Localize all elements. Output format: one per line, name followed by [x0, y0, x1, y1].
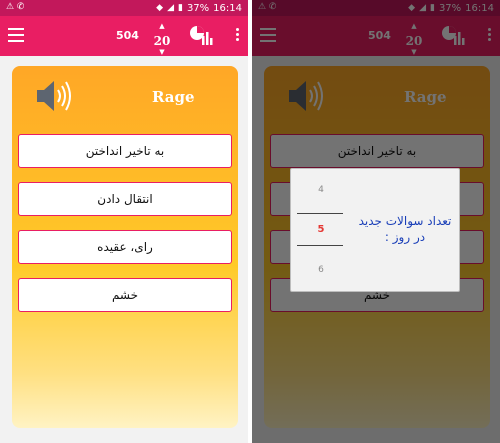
content-area: Rage به تاخیر انداختن انتقال دادن رای، ع…: [0, 56, 248, 443]
app-bar: 504 ▲ 20 ▼: [0, 16, 248, 56]
questions-per-day-dialog: 4 5 6 تعداد سوالات جدید در روز :: [290, 168, 460, 292]
wifi-icon: ◆: [156, 2, 164, 13]
more-options-icon[interactable]: [234, 28, 240, 44]
status-bar: ⚠ ✆ ◆ ◢ ▮ 37% 16:14: [0, 0, 248, 16]
level-value: 20: [153, 34, 171, 48]
main-screen: ⚠ ✆ ◆ ◢ ▮ 37% 16:14 504 ▲ 20 ▼ Rage به ت…: [0, 0, 248, 443]
quiz-card: Rage به تاخیر انداختن انتقال دادن رای، ع…: [12, 66, 238, 428]
answer-option[interactable]: انتقال دادن: [18, 182, 232, 216]
menu-icon[interactable]: [8, 28, 24, 44]
arrow-down-icon: ▼: [159, 48, 165, 56]
answer-option[interactable]: رای، عقیده: [18, 230, 232, 264]
battery-icon: ▮: [177, 2, 183, 13]
question-word: Rage: [152, 88, 195, 106]
settings-dialog-screen: ⚠ ✆ ◆ ◢ ▮ 37% 16:14 504 ▲ 20 ▼: [252, 0, 500, 443]
dialog-label: تعداد سوالات جدید در روز :: [358, 214, 452, 244]
battery-level: 37%: [186, 2, 210, 14]
number-picker[interactable]: 4 5 6: [295, 169, 347, 293]
picker-prev-value[interactable]: 4: [295, 185, 347, 195]
picker-selected-value[interactable]: 5: [295, 224, 347, 235]
answer-option[interactable]: به تاخیر انداختن: [18, 134, 232, 168]
picker-divider-top: [297, 213, 343, 214]
signal-icon: ◢: [167, 2, 174, 13]
word-count: 504: [116, 29, 139, 42]
speaker-icon[interactable]: [34, 76, 76, 116]
picker-next-value[interactable]: 6: [295, 265, 347, 275]
picker-divider-bottom: [297, 245, 343, 246]
answer-option[interactable]: خشم: [18, 278, 232, 312]
arrow-up-icon: ▲: [159, 22, 165, 30]
notification-icons: ⚠ ✆: [6, 2, 25, 12]
level-selector[interactable]: ▲ 20 ▼: [152, 22, 172, 56]
stats-icon[interactable]: [188, 24, 214, 48]
clock: 16:14: [213, 2, 242, 14]
